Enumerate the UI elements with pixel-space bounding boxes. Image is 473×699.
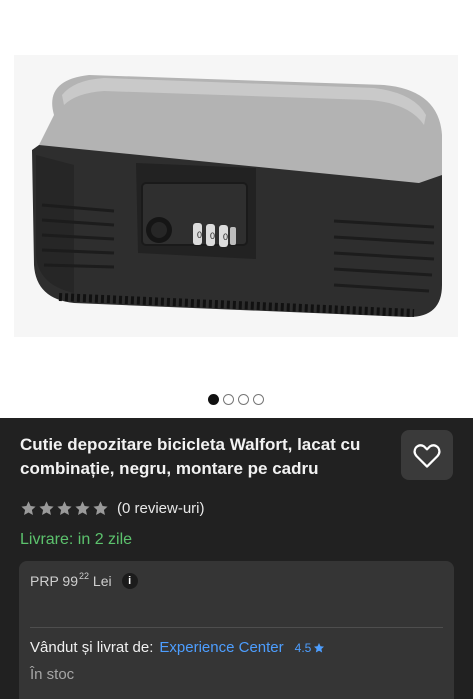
star-icon [21,501,36,515]
svg-text:0: 0 [223,232,228,242]
heart-outline-icon [413,443,441,468]
gallery-dot-2[interactable] [223,394,234,405]
star-icon [314,642,325,653]
svg-text:0: 0 [197,230,202,240]
gallery-dot-3[interactable] [238,394,249,405]
offer-card: PRP 99 22 Lei i Vândut și livrat de: Expe… [19,561,454,699]
favorite-button[interactable] [401,430,453,480]
info-icon[interactable]: i [121,573,138,589]
product-image[interactable]: 0 0 0 [14,55,458,337]
star-icon [57,501,72,515]
delivery-estimate: Livrare: in 2 zile [20,531,133,548]
gallery-dot-4[interactable] [253,394,264,405]
stock-status: În stoc [30,666,75,683]
seller-info: Vândut și livrat de: Experience Center 4… [30,639,325,656]
offer-divider [30,627,443,628]
review-count-link[interactable]: (0 review-uri) [117,500,205,517]
product-image-gallery[interactable]: 0 0 0 [0,0,473,418]
gallery-pagination [208,394,264,405]
prp-price: PRP 99 22 Lei i [30,571,138,589]
prp-label: PRP 99 [30,573,78,589]
product-details-panel: Cutie depozitare bicicleta Walfort, laca… [0,418,473,699]
product-rating[interactable]: (0 review-uri) [20,500,205,517]
seller-label: Vândut și livrat de: [30,639,154,656]
prp-cents: 22 [79,571,90,581]
star-icon [39,501,54,515]
gallery-dot-1[interactable] [208,394,219,405]
rating-stars [20,500,109,517]
seller-rating[interactable]: 4.5 [295,641,326,655]
star-icon [93,501,108,515]
svg-text:0: 0 [210,231,215,241]
prp-currency: Lei [92,573,112,589]
product-title: Cutie depozitare bicicleta Walfort, laca… [20,435,361,478]
star-icon [75,501,90,515]
seller-rating-value: 4.5 [294,640,312,655]
seller-name-link[interactable]: Experience Center [159,639,283,656]
